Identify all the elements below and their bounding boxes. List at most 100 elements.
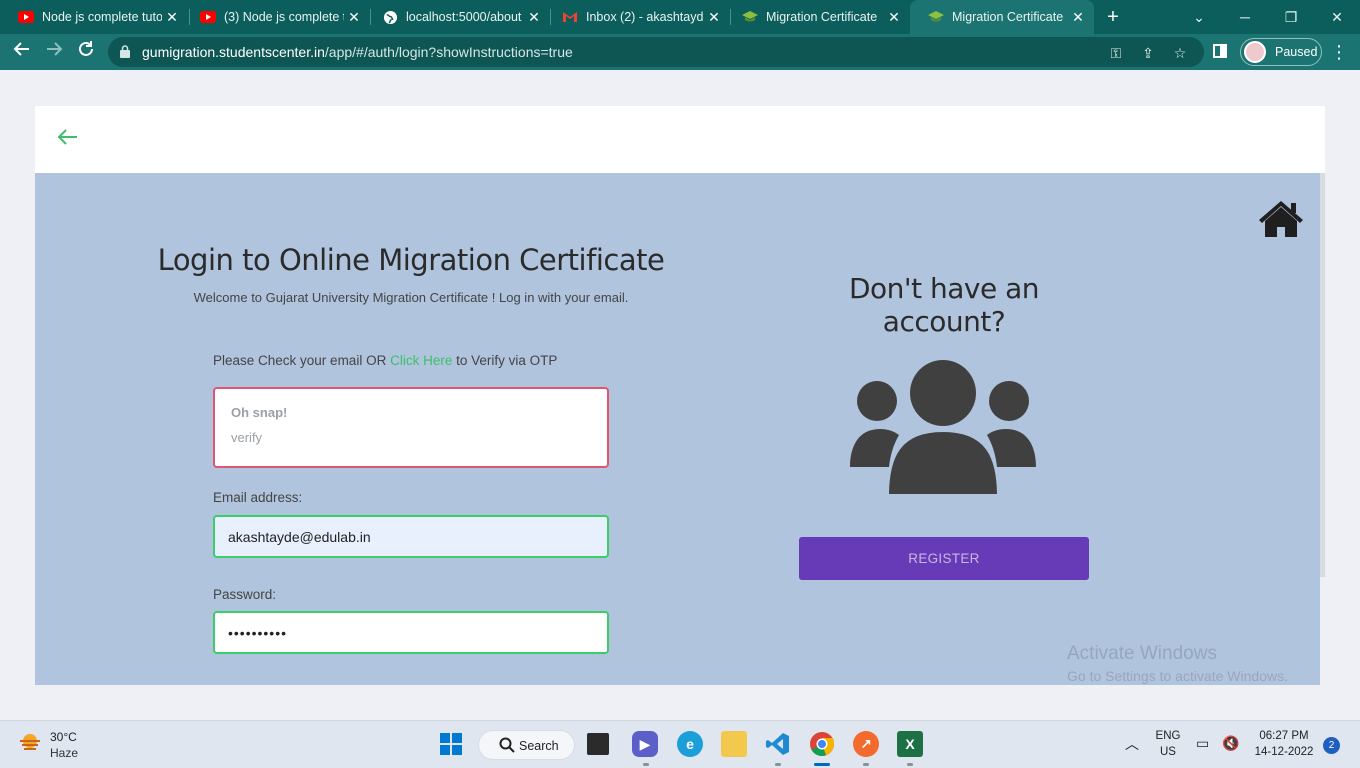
taskbar-search[interactable]: Search [478,730,575,760]
email-field[interactable]: akashtayde@edulab.in [213,515,609,558]
register-title: Don't have an account? [848,272,1040,338]
tab-strip: Node js complete tuto ✕ (3) Node js comp… [0,0,1360,34]
task-view-icon[interactable] [587,733,609,755]
star-icon[interactable]: ☆ [1172,45,1188,61]
alert-title: Oh snap! [231,405,288,420]
running-indicator [863,763,869,766]
auth-panel: Login to Online Migration Certificate We… [35,173,1320,685]
postman-icon[interactable]: ↗ [853,731,879,757]
address-bar[interactable]: gumigration.studentscenter.in/app/#/auth… [108,37,1204,67]
tab-migration-certificate-2[interactable]: Migration Certificate ✕ [910,0,1094,34]
edge-icon[interactable]: e [677,731,703,757]
close-tab-icon[interactable]: ✕ [344,9,364,26]
browser-toolbar: gumigration.studentscenter.in/app/#/auth… [0,34,1360,70]
close-tab-icon[interactable]: ✕ [524,9,544,26]
watermark-subtitle: Go to Settings to activate Windows. [1067,668,1288,684]
close-tab-icon[interactable]: ✕ [704,9,724,26]
gmail-icon [562,9,578,25]
volume-muted-icon[interactable]: 🔇 [1222,735,1239,752]
clock-time[interactable]: 06:27 PM [1250,730,1318,742]
close-tab-icon[interactable]: ✕ [884,9,904,26]
avatar [1244,41,1266,63]
graduation-cap-icon [928,9,944,25]
key-icon[interactable]: ⚿ [1108,45,1124,61]
error-alert: Oh snap! verify [213,387,609,468]
profile-button[interactable]: Paused [1240,38,1322,66]
tab-search-chevron-icon[interactable]: ⌄ [1176,0,1222,34]
tab-node-tutorial-1[interactable]: Node js complete tuto ✕ [0,0,188,34]
graduation-cap-icon [742,9,758,25]
restore-button[interactable]: ❐ [1268,0,1314,34]
excel-icon[interactable]: X [897,731,923,757]
login-subtitle: Welcome to Gujarat University Migration … [193,290,629,305]
youtube-icon [18,9,34,25]
forward-button[interactable] [42,40,66,64]
close-tab-icon[interactable]: ✕ [162,9,182,26]
search-label: Search [519,739,559,753]
taskbar: 30°C Haze Search ▶ e ↗ X ︿ ENG US ▭ 🔇 06… [0,720,1360,768]
close-tab-icon[interactable]: ✕ [1068,9,1088,26]
lock-icon [120,45,130,58]
home-icon[interactable] [1258,199,1304,239]
tab-label: Migration Certificate [952,10,1064,24]
url-host: gumigration.studentscenter.in [142,44,325,60]
globe-icon [382,9,398,25]
page-viewport: Login to Online Migration Certificate We… [0,70,1360,720]
page-scrollbar[interactable] [1320,173,1325,577]
tab-label: Migration Certificate [766,10,878,24]
weather-temperature: 30°C [50,730,77,744]
verify-text-prefix: Please Check your email OR [213,353,391,368]
card-header [35,106,1325,173]
verify-instructions: Please Check your email OR Click Here to… [213,353,557,368]
tab-label: localhost:5000/about [406,10,522,24]
file-explorer-icon[interactable] [721,731,747,757]
tab-migration-certificate-1[interactable]: Migration Certificate ✕ [724,0,910,34]
alert-message: verify [231,430,263,445]
verify-otp-link[interactable]: Click Here [390,353,452,368]
password-field[interactable]: •••••••••• [213,611,609,654]
reload-button[interactable] [74,40,98,64]
minimize-button[interactable]: ─ [1222,0,1268,34]
windows-start-icon[interactable] [438,731,464,757]
close-window-button[interactable]: ✕ [1314,0,1360,34]
email-label: Email address: [213,490,303,505]
url-text: gumigration.studentscenter.in/app/#/auth… [142,44,573,60]
password-label: Password: [213,587,277,602]
back-button[interactable] [10,40,34,64]
activate-windows-watermark: Activate Windows Go to Settings to activ… [1067,643,1288,684]
kebab-menu-icon[interactable]: ⋮ [1330,42,1348,62]
vscode-icon[interactable] [765,731,791,757]
teams-chat-icon[interactable]: ▶ [632,731,658,757]
network-icon[interactable]: ▭ [1196,735,1209,752]
arrow-left-icon [13,42,29,56]
youtube-icon [200,9,216,25]
language-code[interactable]: ENG [1152,730,1184,742]
weather-description: Haze [50,746,79,760]
haze-weather-icon[interactable] [18,731,42,755]
new-tab-button[interactable]: + [1102,6,1124,28]
tab-node-tutorial-2[interactable]: (3) Node js complete t ✕ [182,0,370,34]
running-indicator [643,763,649,766]
register-button[interactable]: REGISTER [799,537,1089,580]
tab-label: (3) Node js complete t [224,10,344,24]
region-code[interactable]: US [1152,746,1184,758]
watermark-title: Activate Windows [1067,643,1217,664]
users-group-icon [850,360,1036,496]
chrome-icon[interactable] [809,731,835,757]
running-indicator [907,763,913,766]
tab-gmail-inbox[interactable]: Inbox (2) - akashtayde ✕ [544,0,730,34]
tab-label: Node js complete tuto [42,10,162,24]
chevron-up-icon[interactable]: ︿ [1125,734,1139,754]
tab-label: Inbox (2) - akashtayde [586,10,704,24]
profile-status: Paused [1275,45,1318,59]
share-icon[interactable]: ⇪ [1140,45,1156,61]
login-title: Login to Online Migration Certificate [157,243,665,277]
url-path: /app/#/auth/login?showInstructions=true [324,44,573,60]
side-panel-icon[interactable] [1212,44,1228,60]
notification-badge[interactable]: 2 [1323,737,1340,754]
clock-date[interactable]: 14-12-2022 [1250,746,1318,758]
back-arrow-icon[interactable] [57,126,79,148]
verify-text-suffix: to Verify via OTP [452,353,558,368]
email-value: akashtayde@edulab.in [228,528,371,545]
tab-localhost[interactable]: localhost:5000/about ✕ [364,0,550,34]
